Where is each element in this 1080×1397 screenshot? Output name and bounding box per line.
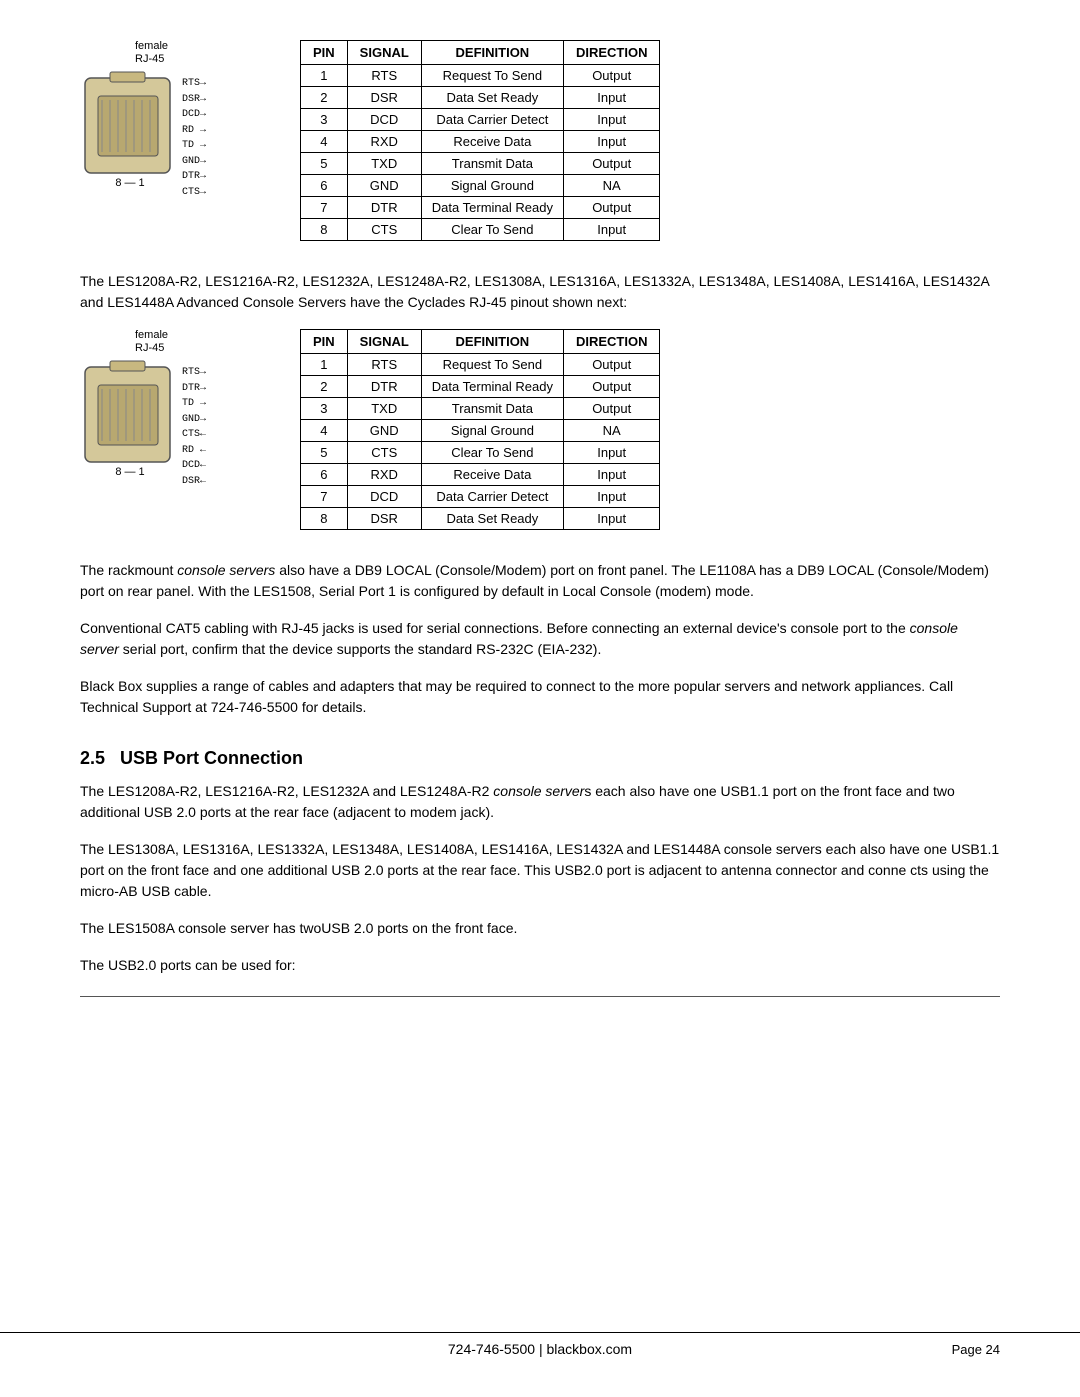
- pinout-table-1: PIN SIGNAL DEFINITION DIRECTION 1RTSRequ…: [300, 40, 660, 241]
- usb-para3: The LES1508A console server has twoUSB 2…: [80, 918, 1000, 939]
- th-signal-2: SIGNAL: [347, 330, 421, 354]
- table-row: 7DTRData Terminal ReadyOutput: [301, 197, 660, 219]
- rj45-svg-2: 8 — 1: [80, 357, 180, 487]
- connector2-arrows: → → → → ← ← ← ←: [200, 365, 206, 489]
- th-definition-1: DEFINITION: [421, 41, 563, 65]
- connector1-arrows: → → → → → → → →: [200, 76, 206, 200]
- connector-1-area: female RJ-45 8: [80, 40, 290, 203]
- table-row: 7DCDData Carrier DetectInput: [301, 486, 660, 508]
- svg-text:8 — 1: 8 — 1: [115, 177, 144, 189]
- section-heading-usb: 2.5 USB Port Connection: [80, 748, 1000, 769]
- rj45-svg-1: 8 — 1: [80, 68, 180, 198]
- th-signal-1: SIGNAL: [347, 41, 421, 65]
- th-pin-2: PIN: [301, 330, 348, 354]
- para3: Black Box supplies a range of cables and…: [80, 676, 1000, 718]
- table-row: 1RTSRequest To SendOutput: [301, 354, 660, 376]
- table-row: 8DSRData Set ReadyInput: [301, 508, 660, 530]
- table-row: 2DTRData Terminal ReadyOutput: [301, 376, 660, 398]
- table-row: 4GNDSignal GroundNA: [301, 420, 660, 442]
- th-direction-1: DIRECTION: [563, 41, 660, 65]
- th-direction-2: DIRECTION: [563, 330, 660, 354]
- diagram-section-2: female RJ-45 8 — 1 RTS: [80, 329, 1000, 530]
- table-row: 5CTSClear To SendInput: [301, 442, 660, 464]
- section-num: 2.5: [80, 748, 105, 768]
- th-definition-2: DEFINITION: [421, 330, 563, 354]
- table-row: 2DSRData Set ReadyInput: [301, 87, 660, 109]
- connector1-label-top: female: [135, 40, 168, 52]
- table1-area: PIN SIGNAL DEFINITION DIRECTION 1RTSRequ…: [300, 40, 1000, 241]
- th-pin-1: PIN: [301, 41, 348, 65]
- pinout-table-2: PIN SIGNAL DEFINITION DIRECTION 1RTSRequ…: [300, 329, 660, 530]
- connector-2-area: female RJ-45 8 — 1 RTS: [80, 329, 290, 490]
- connector2-label-sub: RJ-45: [135, 342, 164, 354]
- connector2-label-top: female: [135, 329, 168, 341]
- connector2-pin-labels: RTS DTR TD GND CTS RD DCD DSR: [182, 365, 200, 489]
- diagram-section-1: female RJ-45 8: [80, 40, 1000, 241]
- section-title: USB Port Connection: [120, 748, 303, 768]
- table-row: 6GNDSignal GroundNA: [301, 175, 660, 197]
- svg-text:8 — 1: 8 — 1: [115, 466, 144, 478]
- table-row: 3TXDTransmit DataOutput: [301, 398, 660, 420]
- footer-page: Page 24: [952, 1342, 1000, 1357]
- table-row: 3DCDData Carrier DetectInput: [301, 109, 660, 131]
- connector1-label-sub: RJ-45: [135, 53, 164, 65]
- connector1-pin-labels: RTS DSR DCD RD TD GND DTR CTS: [182, 76, 200, 200]
- usb-para2: The LES1308A, LES1316A, LES1332A, LES134…: [80, 839, 1000, 902]
- page-divider: [80, 996, 1000, 997]
- connector1-body: 8 — 1 RTS DSR DCD RD TD GND DTR CTS → →: [80, 68, 206, 201]
- table-row: 4RXDReceive DataInput: [301, 131, 660, 153]
- connector1-svg-area: 8 — 1: [80, 68, 180, 201]
- table-row: 8CTSClear To SendInput: [301, 219, 660, 241]
- connector2-svg-area: 8 — 1: [80, 357, 180, 490]
- para2: Conventional CAT5 cabling with RJ-45 jac…: [80, 618, 1000, 660]
- usb-para1: The LES1208A-R2, LES1216A-R2, LES1232A a…: [80, 781, 1000, 823]
- footer-contact: 724-746-5500 | blackbox.com: [448, 1341, 632, 1357]
- intro-text-2: The LES1208A-R2, LES1216A-R2, LES1232A, …: [80, 271, 1000, 313]
- table-row: 6RXDReceive DataInput: [301, 464, 660, 486]
- table-row: 1RTSRequest To SendOutput: [301, 65, 660, 87]
- page-footer: 724-746-5500 | blackbox.com Page 24: [0, 1332, 1080, 1357]
- usb-para4: The USB2.0 ports can be used for:: [80, 955, 1000, 976]
- table2-area: PIN SIGNAL DEFINITION DIRECTION 1RTSRequ…: [300, 329, 1000, 530]
- table-row: 5TXDTransmit DataOutput: [301, 153, 660, 175]
- connector2-body: 8 — 1 RTS DTR TD GND CTS RD DCD DSR → → …: [80, 357, 206, 490]
- para1: The rackmount console servers also have …: [80, 560, 1000, 602]
